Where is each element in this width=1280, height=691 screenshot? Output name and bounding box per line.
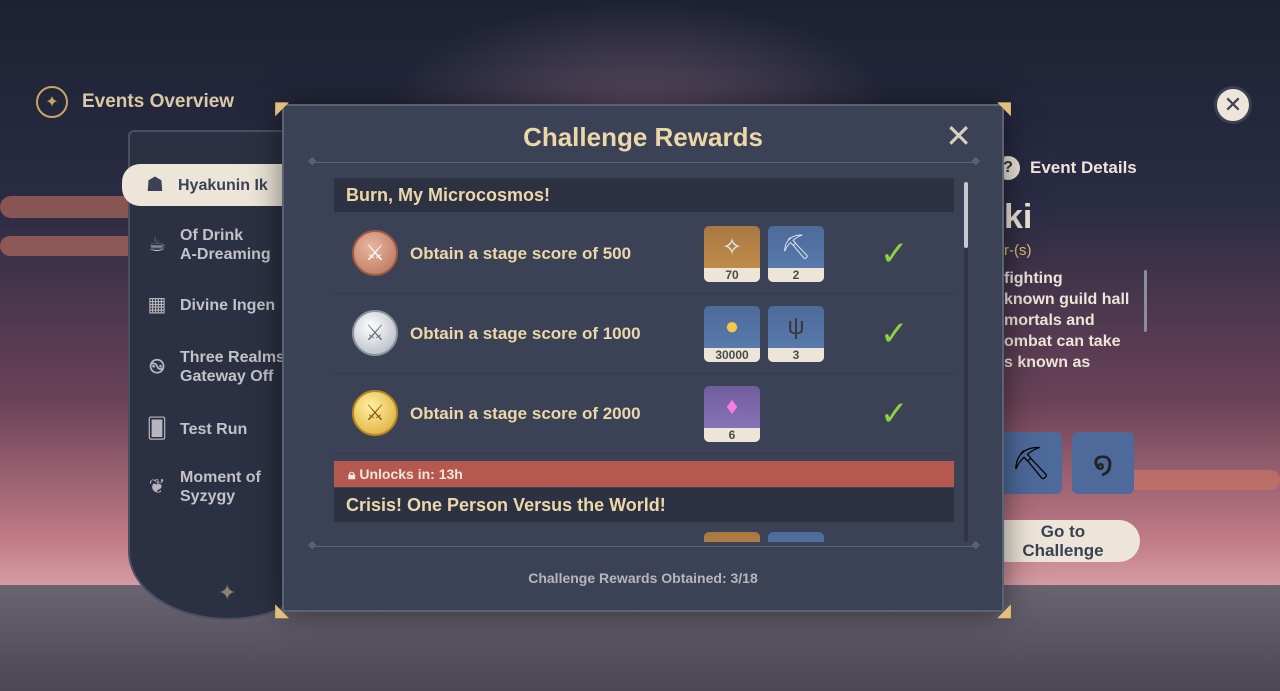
compass-icon: ✦ xyxy=(36,86,68,118)
coral-icon: ψ xyxy=(787,313,805,340)
reward-item[interactable]: ⛏ 2 xyxy=(768,226,824,282)
blocks-icon: ▦ xyxy=(147,293,167,316)
rewards-list[interactable]: Burn, My Microcosmos! ⚔ Obtain a stage s… xyxy=(334,178,954,542)
sidebar-item-label: Moment of Syzygy xyxy=(180,469,261,505)
section-header: Burn, My Microcosmos! xyxy=(334,178,954,212)
divider xyxy=(308,154,980,167)
silver-medal-icon: ⚔ xyxy=(352,310,398,356)
sidebar-item-label: Test Run xyxy=(180,420,248,438)
teacup-icon: ☕ xyxy=(148,233,166,256)
check-icon: ✓ xyxy=(880,235,909,273)
sidebar-item-label: Hyakunin Ik xyxy=(178,176,268,194)
corner-ornament-icon: ◥ xyxy=(997,98,1011,118)
unlock-timer: Unlocks in: 13h xyxy=(359,466,463,482)
event-description: fighting known guild hall mortals and om… xyxy=(1004,270,1130,371)
reward-item[interactable] xyxy=(704,532,760,542)
event-details-label: Event Details xyxy=(1030,158,1137,177)
event-details-panel: ? Event Details ki r-(s) fighting known … xyxy=(986,150,1280,590)
close-events-button[interactable]: ✕ xyxy=(1214,86,1252,124)
reward-quantity: 6 xyxy=(704,428,760,442)
rewards-obtained-count: Challenge Rewards Obtained: 3/18 xyxy=(528,570,758,586)
sidebar-item-label: Of Drink A-Dreaming xyxy=(180,227,271,263)
reward-condition: Obtain a stage score of 2000 xyxy=(410,404,641,423)
close-icon[interactable]: ✕ xyxy=(945,120,972,152)
reward-item[interactable]: ψ 3 xyxy=(768,306,824,362)
mask-icon: ☗ xyxy=(146,173,164,196)
description-scrollbar[interactable] xyxy=(1144,270,1147,332)
lock-icon: 🔒︎ xyxy=(348,466,360,482)
swirl-icon[interactable]: ໑ xyxy=(1072,432,1134,494)
modal-title: Challenge Rewards xyxy=(523,122,763,152)
event-subtitle: r-(s) xyxy=(1004,242,1032,259)
crystal-icon: ♦ xyxy=(725,393,739,420)
events-overview-title: Events Overview xyxy=(82,91,235,112)
corner-ornament-icon: ◢ xyxy=(997,600,1011,620)
star-ornament-icon: ✦ xyxy=(218,580,237,605)
section-header: Crisis! One Person Versus the World! xyxy=(334,488,954,522)
reward-item[interactable]: ● 30000 xyxy=(704,306,760,362)
reward-item[interactable] xyxy=(768,532,824,542)
check-icon: ✓ xyxy=(880,395,909,433)
bronze-medal-icon: ⚔ xyxy=(352,230,398,276)
corner-ornament-icon: ◤ xyxy=(275,98,289,118)
tree-icon: ❦ xyxy=(148,475,166,498)
divider xyxy=(308,538,980,551)
reward-quantity: 2 xyxy=(768,268,824,282)
reward-row: ⚔ Obtain a stage score of 500 ✧ 70 ⛏ 2 ✓ xyxy=(334,216,954,294)
reward-quantity: 3 xyxy=(768,348,824,362)
go-to-challenge-label: Go to Challenge xyxy=(1022,522,1104,560)
event-name: ki xyxy=(1004,198,1033,236)
challenge-rewards-modal: ◤ ◥ ◣ ◢ Challenge Rewards ✕ Burn, My Mic… xyxy=(275,98,1011,620)
reward-row: ⚔ Obtain a stage score of 1000 ● 30000 ψ… xyxy=(334,296,954,374)
reward-quantity: 70 xyxy=(704,268,760,282)
ore-icon: ⛏ xyxy=(780,233,812,261)
sidebar-item-label: Three Realms Gateway Off xyxy=(180,349,285,385)
reward-condition: Obtain a stage score of 500 xyxy=(410,244,632,263)
ore-icon[interactable]: ⛏ xyxy=(1000,432,1062,494)
cards-icon: 🂠 xyxy=(146,417,168,440)
sidebar-item-label: Divine Ingen xyxy=(180,296,276,314)
reward-condition: Obtain a stage score of 1000 xyxy=(410,324,641,343)
primogem-icon: ✧ xyxy=(721,233,743,261)
events-overview-header: ✦ Events Overview xyxy=(36,86,234,118)
reward-quantity: 30000 xyxy=(704,348,760,362)
reward-item[interactable]: ♦ 6 xyxy=(704,386,760,442)
list-scrollbar-thumb[interactable] xyxy=(964,182,968,248)
spiral-icon: ࿊ xyxy=(149,355,165,378)
mora-icon: ● xyxy=(724,313,740,340)
corner-ornament-icon: ◣ xyxy=(275,600,289,620)
go-to-challenge-button[interactable]: Go to Challenge xyxy=(986,520,1140,562)
check-icon: ✓ xyxy=(880,315,909,353)
locked-banner: 🔒︎ Unlocks in: 13h xyxy=(334,461,954,487)
gold-medal-icon: ⚔ xyxy=(352,390,398,436)
reward-item[interactable]: ✧ 70 xyxy=(704,226,760,282)
reward-row: ⚔ Obtain a stage score of 2000 ♦ 6 ✓ xyxy=(334,376,954,454)
